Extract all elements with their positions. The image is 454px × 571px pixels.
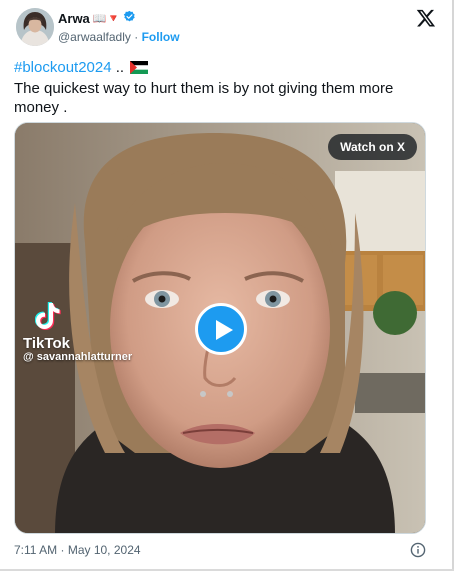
tweet-header: Arwa 📖🔻 @arwaalfadly · Follow <box>14 6 438 48</box>
hashtag-link[interactable]: #blockout2024 <box>14 59 112 76</box>
follow-button[interactable]: Follow <box>142 30 180 44</box>
play-button[interactable] <box>195 303 247 355</box>
tiktok-logo-icon <box>34 301 61 336</box>
x-logo-icon[interactable] <box>416 8 438 30</box>
tweet-card: Arwa 📖🔻 @arwaalfadly · Follow #blockout2… <box>0 0 454 571</box>
video-player[interactable]: Watch on X TikTok @ savannahlatturner <box>14 122 426 534</box>
hashtag-line: #blockout2024 .. <box>14 58 434 79</box>
tweet-timestamp[interactable]: 7:11 AM · May 10, 2024 <box>14 542 141 558</box>
author-handle[interactable]: @arwaalfadly <box>58 30 131 44</box>
palestine-flag-icon <box>130 60 149 79</box>
timestamp-separator: · <box>60 543 65 557</box>
info-icon[interactable] <box>410 542 426 558</box>
tweet-date: May 10, 2024 <box>67 543 141 557</box>
hashtag-suffix: .. <box>111 59 125 76</box>
tweet-time: 7:11 AM <box>14 543 58 557</box>
handle-separator: · <box>134 30 139 44</box>
tiktok-brand-label: TikTok <box>23 335 70 352</box>
author-name-emoji: 📖🔻 <box>92 12 121 25</box>
avatar[interactable] <box>16 8 54 46</box>
author-name[interactable]: Arwa <box>58 11 90 27</box>
play-icon <box>216 320 233 340</box>
tweet-body: The quickest way to hurt them is by not … <box>14 80 394 116</box>
tiktok-username: @ savannahlatturner <box>23 351 133 363</box>
tweet-text: #blockout2024 .. The quickest way to hur… <box>14 58 434 117</box>
verified-badge-icon <box>123 10 136 27</box>
author-info: Arwa 📖🔻 @arwaalfadly · Follow <box>58 10 180 45</box>
watch-on-x-button[interactable]: Watch on X <box>328 134 417 160</box>
